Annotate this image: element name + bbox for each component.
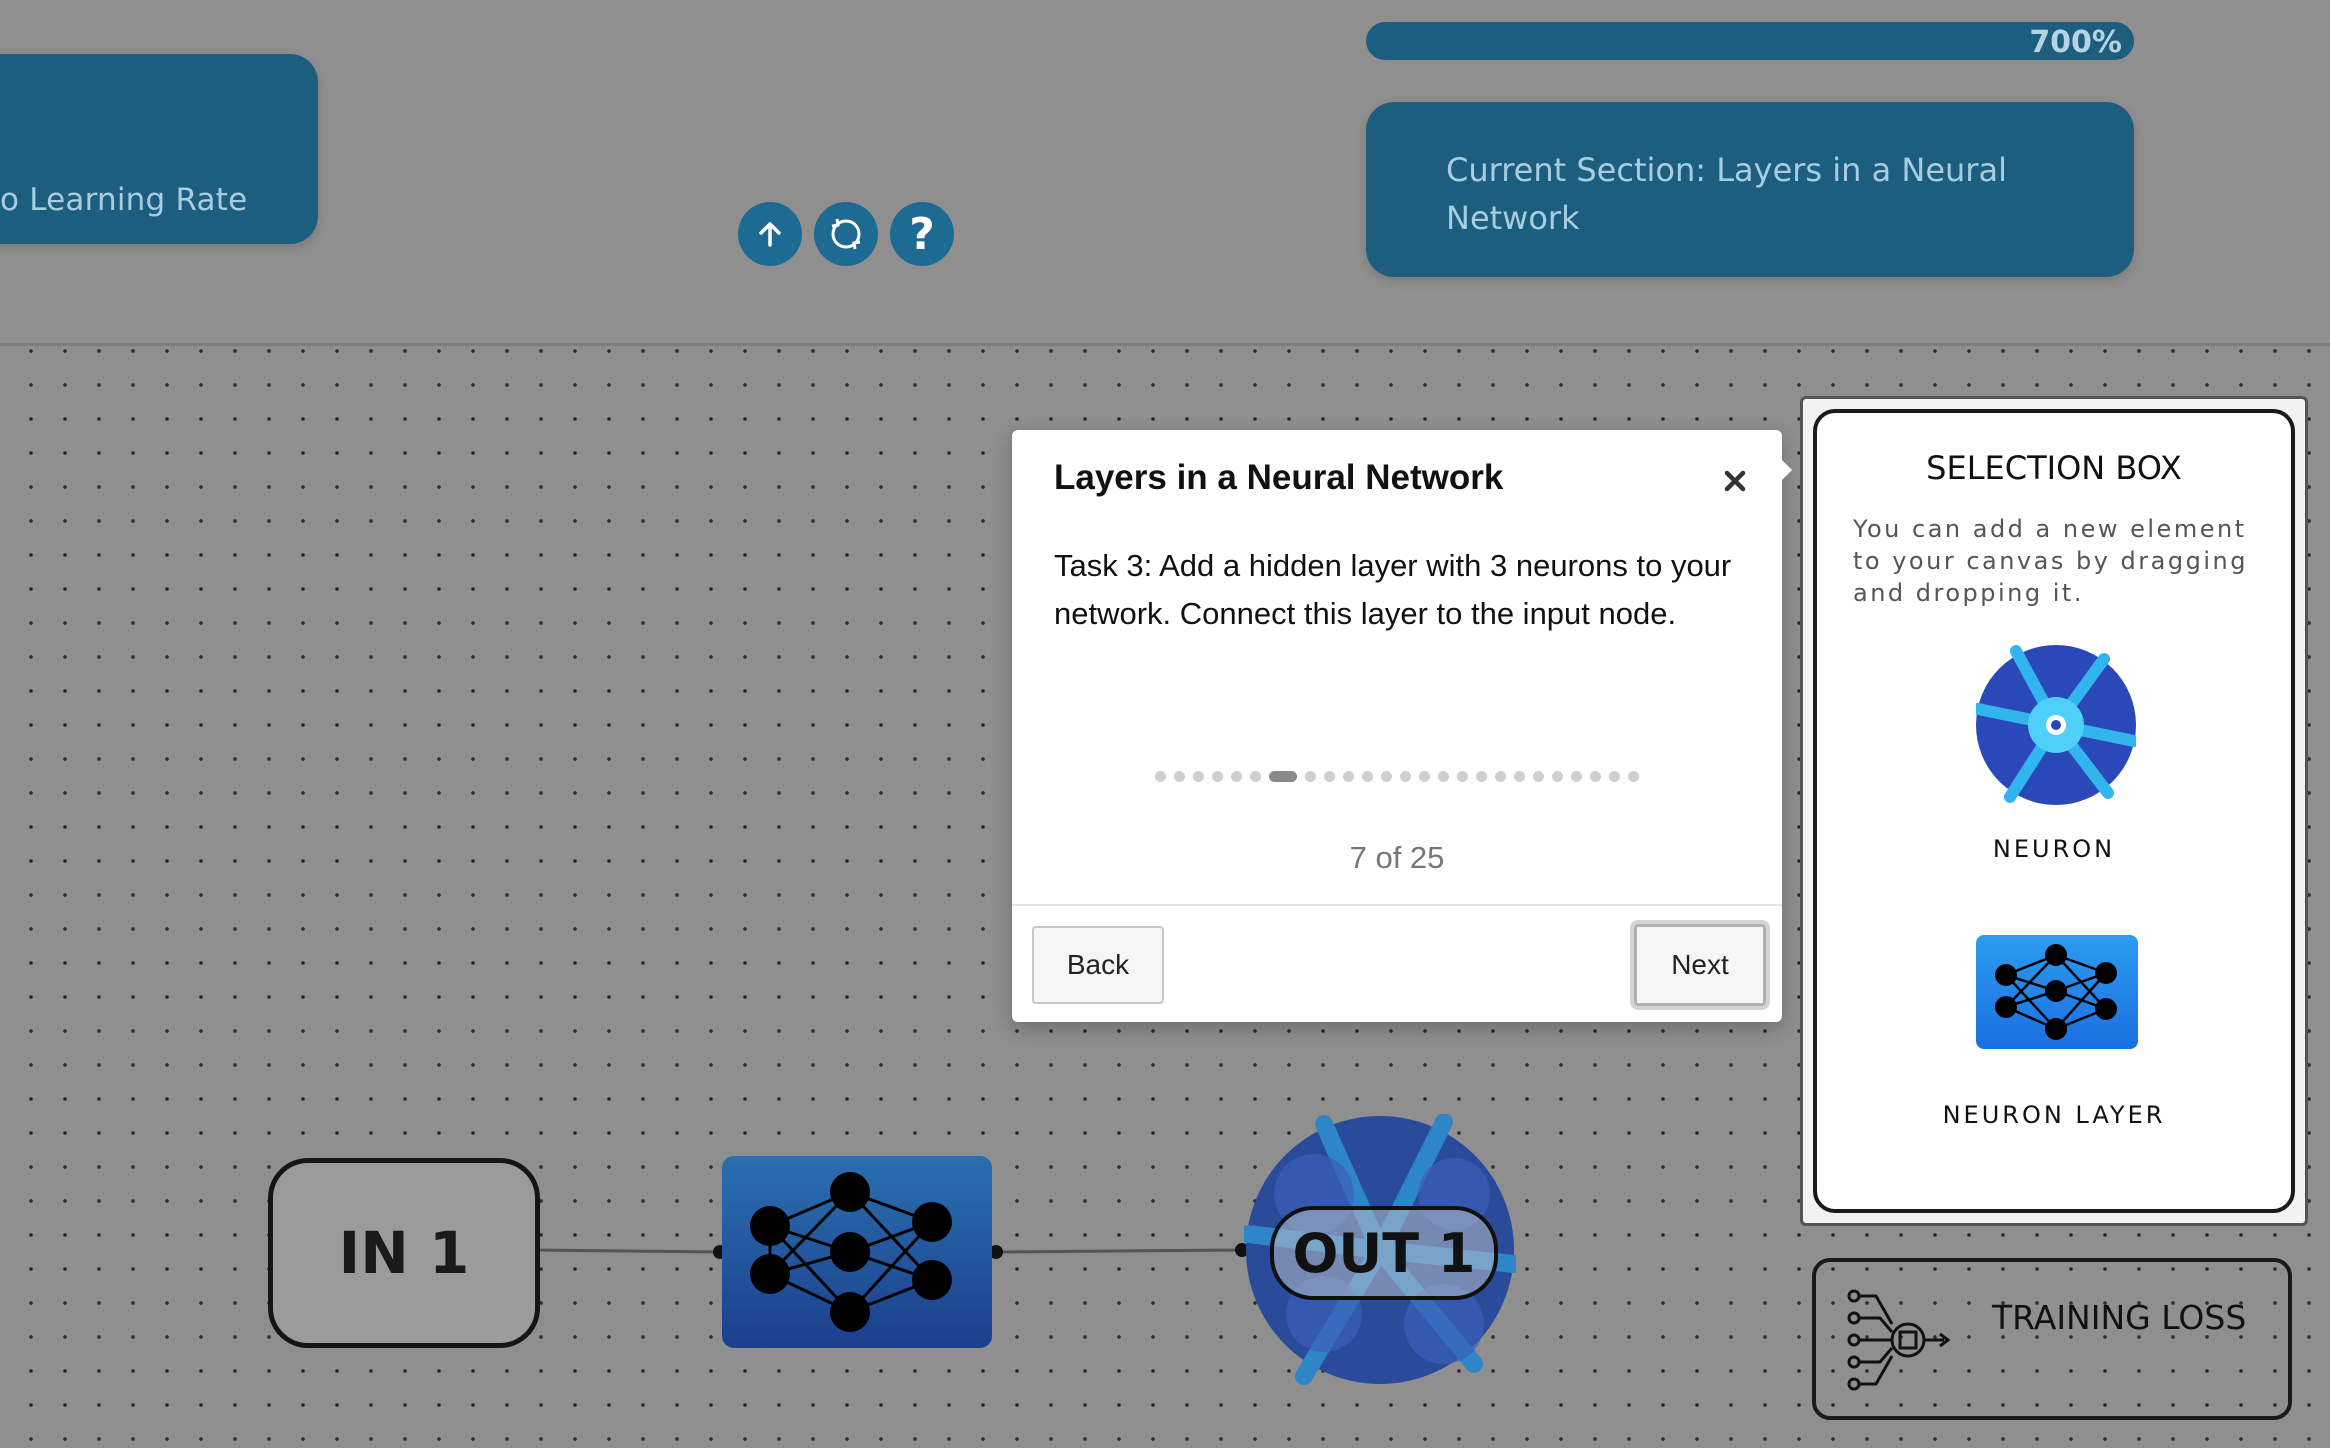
dialog-pointer [1780, 458, 1792, 482]
dialog-footer [1012, 904, 1782, 906]
top-bar: o Learning Rate ? 700% Current Section: … [0, 0, 2330, 346]
reset-button[interactable] [814, 202, 878, 266]
arrow-up-icon [759, 222, 781, 247]
help-icon: ? [909, 208, 935, 260]
selection-box-panel: SELECTION BOX You can add a new element … [1800, 396, 2308, 1226]
current-section-label: Current Section: Layers in a Neural Netw… [1446, 151, 2007, 237]
step-dot[interactable] [1400, 770, 1411, 782]
neural-network-icon [750, 1172, 952, 1332]
selection-box: SELECTION BOX You can add a new element … [1813, 409, 2295, 1213]
progress-bar: 700% [1366, 22, 2134, 60]
dialog-body: Task 3: Add a hidden layer with 3 neuron… [1054, 548, 1732, 631]
step-dot[interactable] [1476, 770, 1487, 782]
step-dot[interactable] [1571, 770, 1582, 782]
selection-box-title: SELECTION BOX [1926, 449, 2182, 487]
output-node-label: OUT 1 [1292, 1221, 1476, 1285]
step-dot[interactable] [1212, 770, 1223, 782]
refresh-icon [831, 218, 861, 250]
neuron-layer-label: NEURON LAYER [1942, 1101, 2166, 1129]
step-dot[interactable] [1419, 770, 1430, 782]
step-dot[interactable] [1155, 770, 1166, 782]
dialog-title: Layers in a Neural Network [1054, 458, 1504, 497]
training-loss-card[interactable]: TRAINING LOSS [1812, 1258, 2292, 1420]
progress-label: 700% [2029, 25, 2122, 60]
step-dot[interactable] [1514, 770, 1525, 782]
step-dot[interactable] [1231, 770, 1242, 782]
step-dot[interactable] [1628, 770, 1639, 782]
input-node[interactable]: IN 1 [268, 1158, 540, 1348]
next-button[interactable]: Next [1630, 920, 1770, 1010]
move-up-button[interactable] [738, 202, 802, 266]
output-node-label-box: OUT 1 [1270, 1206, 1498, 1300]
step-dot[interactable] [1590, 770, 1601, 782]
neuron-icon[interactable] [1976, 645, 2136, 805]
step-counter: 7 of 25 [1349, 840, 1445, 875]
neuron-layer-item[interactable] [1976, 935, 2138, 1049]
learning-rate-label: o Learning Rate [0, 182, 248, 218]
step-dot[interactable] [1362, 770, 1373, 782]
step-dot[interactable] [1457, 770, 1468, 782]
step-dot[interactable] [1324, 770, 1335, 782]
neuron-layer-node[interactable] [722, 1156, 992, 1348]
current-section-card: Current Section: Layers in a Neural Netw… [1366, 102, 2134, 277]
neuron-layer-icon [1995, 944, 2117, 1040]
neuron-label: NEURON [1992, 835, 2116, 863]
selection-box-description: You can add a new element to your canvas… [1853, 515, 2248, 607]
step-indicator [1012, 768, 1782, 784]
help-button[interactable]: ? [890, 202, 954, 266]
step-dot[interactable] [1381, 770, 1392, 782]
step-dot[interactable] [1343, 770, 1354, 782]
step-dot[interactable] [1250, 770, 1261, 782]
step-dot[interactable] [1533, 770, 1544, 782]
tutorial-dialog: Layers in a Neural Network Task 3: Add a… [1012, 430, 1792, 1022]
step-dot[interactable] [1552, 770, 1563, 782]
close-icon[interactable] [1718, 464, 1752, 498]
step-dot[interactable] [1193, 770, 1204, 782]
step-dot[interactable] [1495, 770, 1506, 782]
chip-circuit-icon [1847, 1289, 1951, 1391]
step-dot[interactable] [1305, 770, 1316, 782]
input-node-label: IN 1 [338, 1219, 470, 1287]
step-dot-active[interactable] [1269, 770, 1297, 782]
step-dot[interactable] [1174, 770, 1185, 782]
training-loss-label: TRAINING LOSS [1992, 1298, 2247, 1337]
step-dot[interactable] [1609, 770, 1620, 782]
learning-rate-card[interactable]: o Learning Rate [0, 54, 318, 244]
back-button[interactable]: Back [1032, 926, 1164, 1004]
step-dot[interactable] [1438, 770, 1449, 782]
